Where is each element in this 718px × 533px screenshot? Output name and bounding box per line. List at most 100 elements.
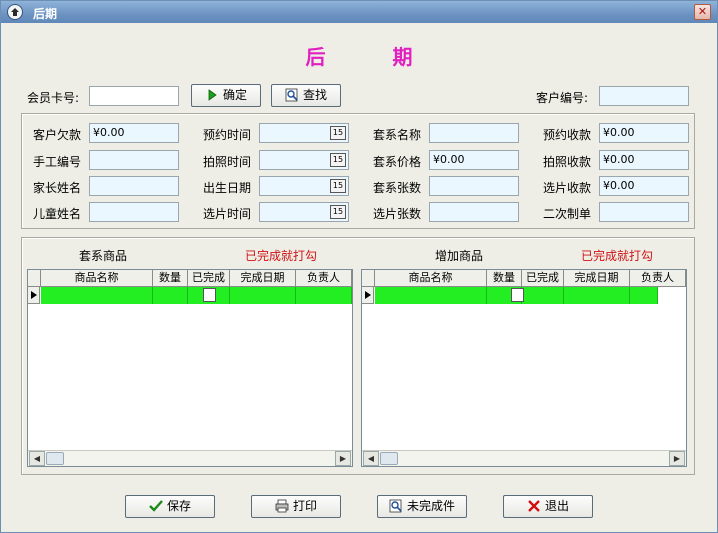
title-bar[interactable]: 后期 ✕ [1, 1, 717, 23]
package-name-field[interactable] [429, 123, 519, 143]
unfinished-button-label: 未完成件 [406, 499, 455, 513]
row-indicator [362, 287, 374, 304]
column-header[interactable]: 已完成 [522, 270, 564, 287]
print-button[interactable]: 打印 [251, 495, 341, 518]
exit-button-label: 退出 [544, 499, 569, 513]
table-cell[interactable] [564, 287, 630, 304]
left-grid-title: 套系商品 [79, 249, 128, 263]
package-products-grid[interactable]: 商品名称 数量 已完成 完成日期 负责人 ◀ ▶ [27, 269, 353, 467]
save-button[interactable]: 保存 [125, 495, 215, 518]
debt-field[interactable]: ¥0.00 [89, 123, 179, 143]
column-header[interactable]: 负责人 [630, 270, 686, 287]
grid-corner [362, 270, 375, 287]
table-cell[interactable] [41, 287, 153, 304]
appointment-payment-label: 预约收款 [543, 128, 592, 142]
table-cell[interactable] [230, 287, 296, 304]
table-cell[interactable] [153, 287, 188, 304]
selection-payment-label: 选片收款 [543, 181, 592, 195]
save-button-label: 保存 [166, 499, 191, 513]
table-cell[interactable] [522, 287, 564, 304]
scroll-left-icon[interactable]: ◀ [363, 451, 379, 466]
done-checkbox[interactable] [203, 288, 216, 302]
table-cell[interactable] [630, 287, 658, 304]
column-header[interactable]: 已完成 [188, 270, 230, 287]
page-heading: 后 期 [305, 45, 443, 69]
child-name-label: 儿童姓名 [33, 207, 82, 221]
selected-count-field[interactable] [429, 202, 519, 222]
scroll-right-icon[interactable]: ▶ [669, 451, 685, 466]
appointment-payment-field[interactable]: ¥0.00 [599, 123, 689, 143]
package-name-label: 套系名称 [373, 128, 422, 142]
search-button[interactable]: 查找 [271, 84, 341, 107]
right-grid-note: 已完成就打勾 [581, 249, 654, 263]
card-number-label: 会员卡号: [27, 91, 80, 105]
manual-number-field[interactable] [89, 150, 179, 170]
confirm-button-label: 确定 [222, 88, 247, 102]
photo-time-field[interactable]: 15 [259, 150, 349, 170]
column-header[interactable]: 负责人 [296, 270, 352, 287]
confirm-button[interactable]: 确定 [191, 84, 261, 107]
child-name-field[interactable] [89, 202, 179, 222]
app-icon [7, 4, 23, 20]
table-cell[interactable] [375, 287, 487, 304]
scroll-left-icon[interactable]: ◀ [29, 451, 45, 466]
row-indicator [28, 287, 40, 304]
play-icon [205, 88, 219, 102]
window-title: 后期 [33, 7, 58, 21]
column-header[interactable]: 数量 [153, 270, 188, 287]
unfinished-button[interactable]: 未完成件 [377, 495, 467, 518]
manual-number-label: 手工编号 [33, 155, 82, 169]
calendar-icon[interactable]: 15 [330, 153, 346, 167]
customer-number-field[interactable] [599, 86, 689, 106]
close-button[interactable]: ✕ [694, 4, 711, 20]
birth-date-field[interactable]: 15 [259, 176, 349, 196]
selection-payment-field[interactable]: ¥0.00 [599, 176, 689, 196]
search-icon [285, 88, 299, 102]
column-header[interactable]: 数量 [487, 270, 522, 287]
parent-name-field[interactable] [89, 176, 179, 196]
close-icon: ✕ [697, 5, 708, 18]
calendar-icon[interactable]: 15 [330, 126, 346, 140]
search-button-label: 查找 [302, 88, 327, 102]
search-icon [389, 499, 403, 513]
birth-date-label: 出生日期 [203, 181, 252, 195]
column-header[interactable]: 商品名称 [375, 270, 487, 287]
grid-corner [28, 270, 41, 287]
package-count-field[interactable] [429, 176, 519, 196]
selected-count-label: 选片张数 [373, 207, 422, 221]
calendar-icon[interactable]: 15 [330, 179, 346, 193]
scroll-thumb[interactable] [46, 452, 64, 465]
horizontal-scrollbar[interactable]: ◀ ▶ [362, 450, 686, 466]
appointment-time-field[interactable]: 15 [259, 123, 349, 143]
print-button-label: 打印 [292, 499, 317, 513]
scroll-right-icon[interactable]: ▶ [335, 451, 351, 466]
appointment-time-label: 预约时间 [203, 128, 252, 142]
debt-label: 客户欠款 [33, 128, 82, 142]
photo-payment-label: 拍照收款 [543, 155, 592, 169]
done-checkbox[interactable] [511, 288, 524, 302]
column-header[interactable]: 完成日期 [564, 270, 630, 287]
left-grid-note: 已完成就打勾 [245, 249, 318, 263]
photo-payment-field[interactable]: ¥0.00 [599, 150, 689, 170]
package-count-label: 套系张数 [373, 181, 422, 195]
main-window: 后期 ✕ 后 期 会员卡号: 确定 查找 客户编号: 客户欠款 ¥0.00 手工… [0, 0, 718, 533]
added-products-grid[interactable]: 商品名称 数量 已完成 完成日期 负责人 ◀ ▶ [361, 269, 687, 467]
selection-time-field[interactable]: 15 [259, 202, 349, 222]
printer-icon [275, 499, 289, 513]
selection-time-label: 选片时间 [203, 207, 252, 221]
column-header[interactable]: 完成日期 [230, 270, 296, 287]
checkmark-icon [149, 499, 163, 513]
package-price-field[interactable]: ¥0.00 [429, 150, 519, 170]
horizontal-scrollbar[interactable]: ◀ ▶ [28, 450, 352, 466]
parent-name-label: 家长姓名 [33, 181, 82, 195]
second-order-label: 二次制单 [543, 207, 592, 221]
scroll-thumb[interactable] [380, 452, 398, 465]
column-header[interactable]: 商品名称 [41, 270, 153, 287]
table-cell[interactable] [296, 287, 352, 304]
second-order-field[interactable] [599, 202, 689, 222]
package-price-label: 套系价格 [373, 155, 422, 169]
exit-button[interactable]: 退出 [503, 495, 593, 518]
calendar-icon[interactable]: 15 [330, 205, 346, 219]
customer-number-label: 客户编号: [536, 91, 589, 105]
card-number-input[interactable] [89, 86, 179, 106]
